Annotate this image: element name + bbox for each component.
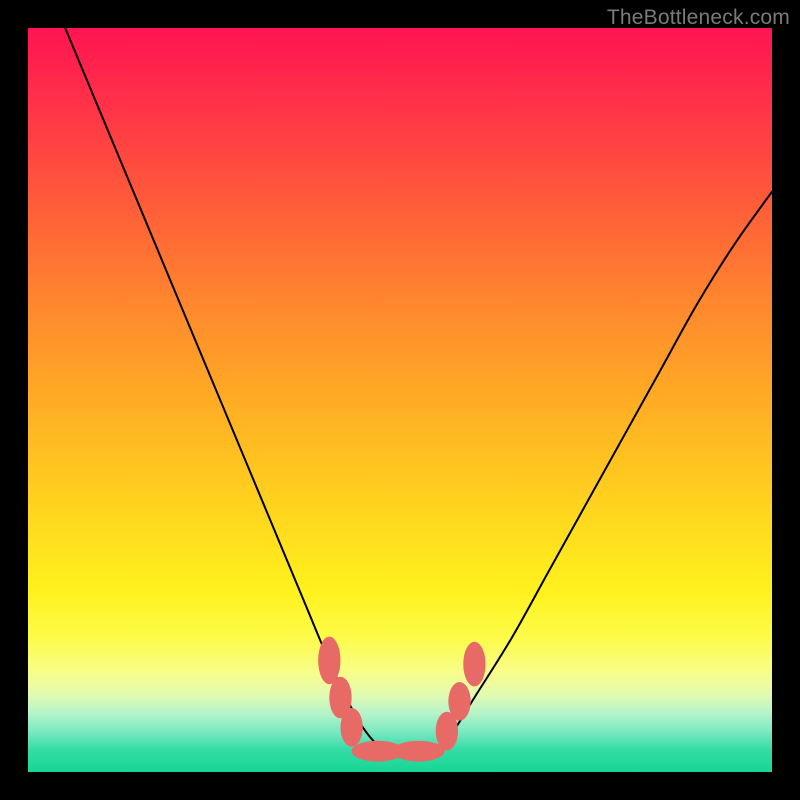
watermark-text: TheBottleneck.com [607,6,790,30]
curve-marker [448,682,470,721]
curve-svg [28,28,772,772]
marker-group [318,637,485,762]
plot-area [28,28,772,772]
curve-marker [463,642,485,687]
chart-frame: TheBottleneck.com [0,0,800,800]
curve-marker [340,708,362,747]
bottleneck-curve [65,28,772,754]
curve-marker [393,741,445,762]
curve-marker [318,637,340,685]
